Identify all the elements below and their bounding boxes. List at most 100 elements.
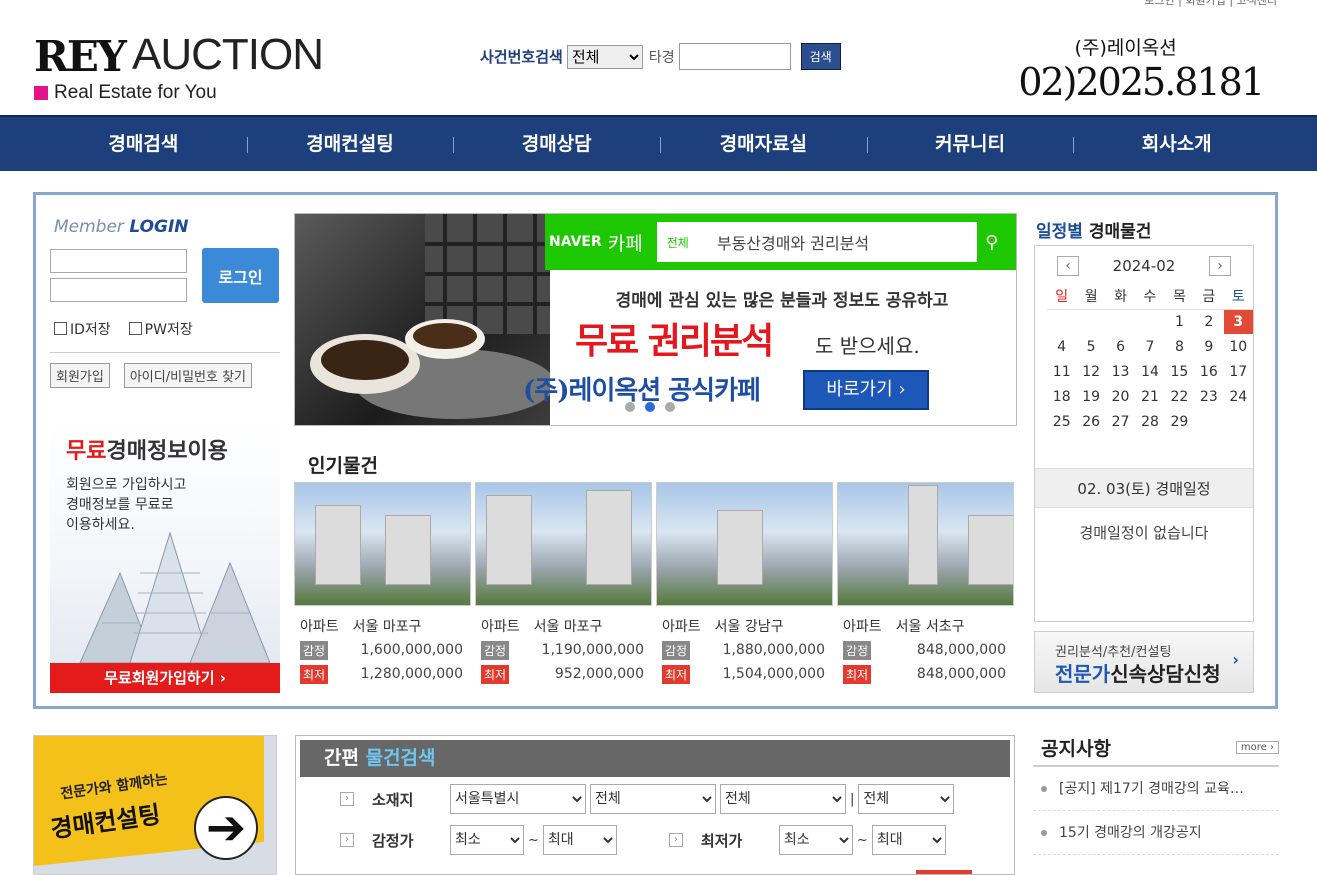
slide-dot-active[interactable] xyxy=(645,402,655,412)
calendar-day[interactable]: 1 xyxy=(1165,309,1194,334)
login-button[interactable]: 로그인 xyxy=(202,248,279,303)
cafe-search-scope: 전체 xyxy=(666,235,689,250)
minimum-badge: 최저 xyxy=(300,664,329,684)
calendar-day[interactable]: 9 xyxy=(1194,334,1223,359)
calendar-day[interactable]: 26 xyxy=(1076,409,1105,434)
calendar-day[interactable]: 29 xyxy=(1165,409,1194,434)
appraisal-badge: 감정 xyxy=(843,640,872,660)
consulting-banner[interactable]: 전문가와 함께하는 경매컨설팅 ➔ xyxy=(33,735,277,875)
cafe-shortcut-button[interactable]: 바로가기 › xyxy=(803,370,929,410)
property-card[interactable]: 아파트 서울 마포구 감정 1,190,000,000 최저 952,000,000 xyxy=(475,482,652,684)
login-box: Member LOGIN 로그인 ID저장 PW저장 회원가입 아이디/비밀번호… xyxy=(50,217,282,388)
calendar-day[interactable]: 22 xyxy=(1165,384,1194,409)
calendar-day[interactable]: 27 xyxy=(1106,409,1135,434)
tilde: ~ xyxy=(856,832,868,848)
chevron-right-icon[interactable]: › xyxy=(1209,256,1231,276)
calendar-day[interactable]: 20 xyxy=(1106,384,1135,409)
minimum-max-select[interactable]: 최대 xyxy=(871,825,946,855)
property-type: 아파트 xyxy=(662,619,701,635)
calendar-day[interactable] xyxy=(1076,309,1105,334)
save-id-label: ID저장 xyxy=(70,322,111,338)
calendar-day[interactable]: 17 xyxy=(1224,359,1253,384)
property-card[interactable]: 아파트 서울 강남구 감정 1,880,000,000 최저 1,504,000,00… xyxy=(656,482,833,684)
calendar-day[interactable] xyxy=(1135,309,1164,334)
calendar-day[interactable]: 4 xyxy=(1047,334,1076,359)
notice-item[interactable]: 15기 경매강의 개강공지 xyxy=(1033,811,1279,855)
calendar-day[interactable]: 8 xyxy=(1165,334,1194,359)
find-account-button[interactable]: 아이디/비밀번호 찾기 xyxy=(123,363,252,388)
calendar-day[interactable] xyxy=(1047,309,1076,334)
save-id-checkbox[interactable]: ID저장 xyxy=(54,319,111,339)
cafe-banner[interactable]: NAVER 카페 전체 부동산경매와 권리분석 ⚲ 경매에 관심 있는 많은 분… xyxy=(294,213,1017,426)
auction-calendar: ‹ 2024-02 › 일 월 화 수 목 금 토 123 4 5 6 7 8 9 10 1… xyxy=(1034,245,1254,622)
password-input[interactable] xyxy=(50,278,187,302)
slide-dot[interactable] xyxy=(665,402,675,412)
calendar-title: 일정별 경매물건 xyxy=(1036,217,1151,242)
calendar-day[interactable]: 12 xyxy=(1076,359,1105,384)
free-join-button[interactable]: 무료회원가입하기 › xyxy=(50,663,280,693)
calendar-day[interactable]: 11 xyxy=(1047,359,1076,384)
banner-line1: 경매에 관심 있는 많은 분들과 정보도 공유하고 xyxy=(615,291,949,311)
minimum-badge: 최저 xyxy=(481,664,510,684)
slide-dot[interactable] xyxy=(625,402,635,412)
calendar-day[interactable]: 2 xyxy=(1194,309,1223,334)
calendar-day[interactable] xyxy=(1224,409,1253,434)
property-caption: 아파트 서울 서초구 xyxy=(843,616,1014,636)
appraisal-max-select[interactable]: 최대 xyxy=(542,825,617,855)
divider xyxy=(50,352,280,353)
nav-auction-counsel[interactable]: 경매상담 xyxy=(453,117,660,171)
notice-more-button[interactable]: more › xyxy=(1235,740,1279,754)
calendar-day[interactable]: 10 xyxy=(1224,334,1253,359)
calendar-day[interactable]: 25 xyxy=(1047,409,1076,434)
location-label: 소재지 xyxy=(372,790,414,809)
free-info-promo[interactable]: 무료경매정보이용 회원으로 가입하시고 경매정보를 무료로 이용하세요. 무료회… xyxy=(50,423,280,693)
chevron-left-icon[interactable]: ‹ xyxy=(1057,256,1079,276)
location-sido-select[interactable]: 서울특별시 xyxy=(450,784,586,814)
calendar-day[interactable]: 18 xyxy=(1047,384,1076,409)
checkbox-icon xyxy=(54,322,67,335)
weekday-header: 월 xyxy=(1076,284,1106,310)
join-button[interactable]: 회원가입 xyxy=(50,363,110,388)
calendar-day[interactable]: 19 xyxy=(1076,384,1105,409)
nav-auction-library[interactable]: 경매자료실 xyxy=(660,117,867,171)
property-location: 서울 서초구 xyxy=(895,619,965,635)
appraisal-min-select[interactable]: 최소 xyxy=(450,825,524,855)
calendar-day[interactable] xyxy=(1194,409,1223,434)
calendar-day[interactable]: 6 xyxy=(1106,334,1135,359)
calendar-day[interactable]: 28 xyxy=(1135,409,1164,434)
case-number-input[interactable] xyxy=(678,43,791,70)
calendar-day[interactable]: 24 xyxy=(1224,384,1253,409)
property-card[interactable]: 아파트 서울 마포구 감정 1,600,000,000 최저 1,280,000,00… xyxy=(294,482,471,684)
nav-auction-consulting[interactable]: 경매컨설팅 xyxy=(246,117,454,171)
location-dong-select[interactable]: 전체 xyxy=(720,784,846,814)
notice-list: [공지] 제17기 경매강의 교육… 15기 경매강의 개강공지 xyxy=(1033,767,1279,855)
nav-auction-search[interactable]: 경매검색 xyxy=(40,117,247,171)
user-id-input[interactable] xyxy=(50,249,187,273)
calendar-day[interactable]: 13 xyxy=(1106,359,1135,384)
calendar-day[interactable]: 23 xyxy=(1194,384,1223,409)
calendar-day[interactable]: 7 xyxy=(1135,334,1164,359)
save-pw-checkbox[interactable]: PW저장 xyxy=(128,319,193,339)
expert-consult-banner[interactable]: 권리분석/추천/컨설팅 전문가신속상담신청 › xyxy=(1034,631,1254,693)
location-gu-select[interactable]: 전체 xyxy=(590,784,716,814)
property-type-select[interactable]: 전체 xyxy=(858,784,955,814)
calendar-day[interactable]: 15 xyxy=(1165,359,1194,384)
calendar-day[interactable]: 14 xyxy=(1135,359,1164,384)
notice-item[interactable]: [공지] 제17기 경매강의 교육… xyxy=(1033,767,1279,811)
quick-search-button[interactable] xyxy=(916,870,972,874)
minimum-value: 1,504,000,000 xyxy=(722,666,825,682)
calendar-day[interactable]: 16 xyxy=(1194,359,1223,384)
top-utility-links[interactable]: 로그인 | 회원가입 | 고객센터 xyxy=(1144,0,1277,8)
calendar-day-today[interactable]: 3 xyxy=(1223,309,1253,334)
case-search-button[interactable]: 검색 xyxy=(800,43,841,70)
logo[interactable]: REY AUCTION Real Estate for You xyxy=(34,30,324,106)
calendar-day[interactable]: 5 xyxy=(1076,334,1105,359)
property-card[interactable]: 아파트 서울 서초구 감정 848,000,000 최저 848,000,000 xyxy=(837,482,1014,684)
calendar-day[interactable]: 21 xyxy=(1135,384,1164,409)
nav-company-intro[interactable]: 회사소개 xyxy=(1073,117,1280,171)
nav-community[interactable]: 커뮤니티 xyxy=(866,117,1074,171)
case-court-select[interactable]: 전체 xyxy=(566,44,643,69)
appraisal-value: 848,000,000 xyxy=(916,642,1006,658)
minimum-min-select[interactable]: 최소 xyxy=(778,825,853,855)
calendar-day[interactable] xyxy=(1106,309,1135,334)
